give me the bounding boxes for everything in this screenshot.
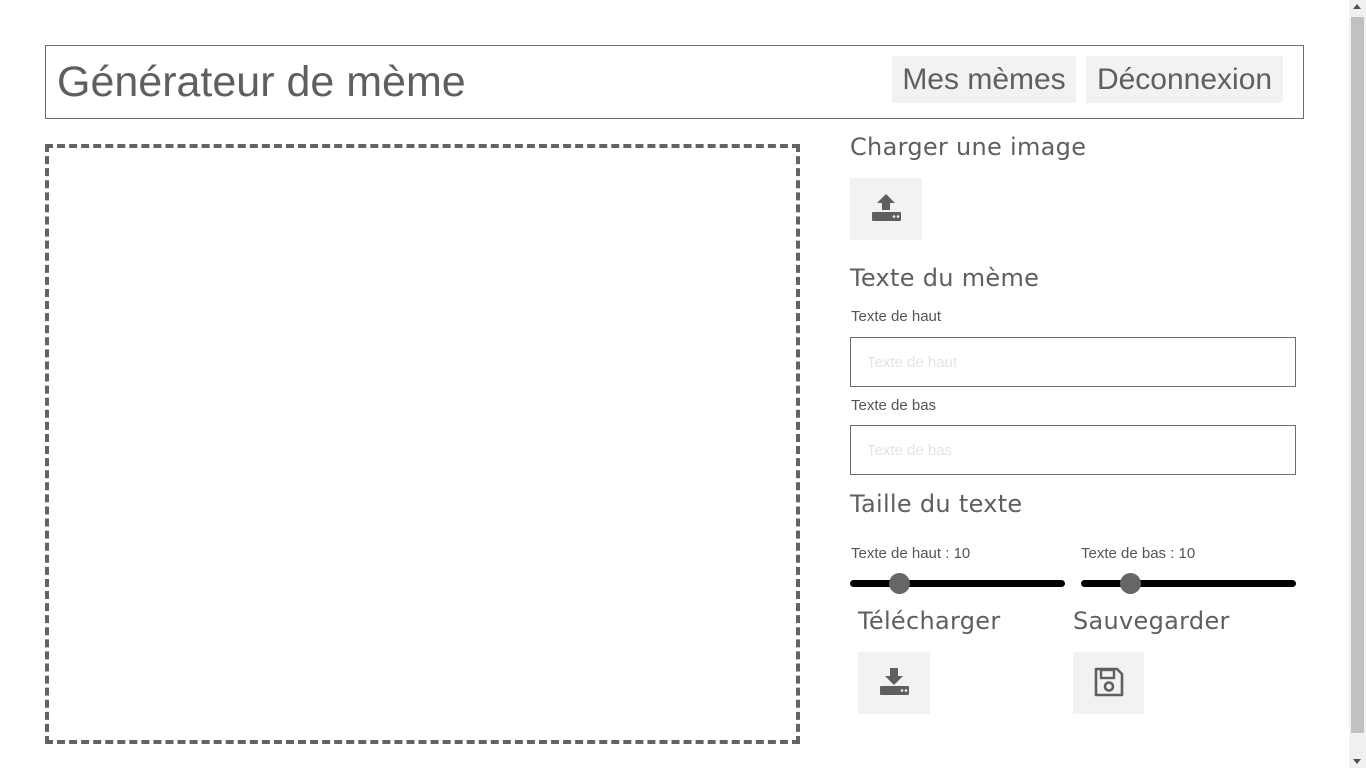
bottom-size-label: Texte de bas : 10 [1081,545,1196,562]
bottom-size-slider[interactable] [1081,571,1296,595]
meme-text-section-title: Texte du mème [850,264,1040,292]
scroll-up-arrow[interactable] [1353,4,1361,9]
logout-button[interactable]: Déconnexion [1086,56,1283,103]
my-memes-button[interactable]: Mes mèmes [892,56,1076,103]
download-icon [878,666,910,701]
upload-icon [870,192,902,227]
top-text-input[interactable] [850,337,1296,387]
floppy-disk-icon [1093,666,1125,701]
meme-canvas[interactable] [45,144,800,744]
top-size-label: Texte de haut : 10 [851,545,971,562]
slider-track [1081,580,1296,587]
download-button[interactable] [858,652,930,714]
app-title: Générateur de mème [57,58,466,106]
meme-generator-page: Générateur de mème Mes mèmes Déconnexion… [0,0,1366,768]
slider-thumb[interactable] [889,573,910,594]
bottom-text-label: Texte de bas [851,397,937,414]
bottom-text-input[interactable] [850,425,1296,475]
slider-track [850,580,1065,587]
top-size-slider[interactable] [850,571,1065,595]
text-size-section-title: Taille du texte [850,490,1023,518]
save-button[interactable] [1073,652,1144,714]
scroll-down-arrow[interactable] [1353,759,1361,764]
top-text-label: Texte de haut [851,308,942,325]
header-bar: Générateur de mème Mes mèmes Déconnexion [45,45,1304,119]
vertical-scrollbar[interactable] [1349,0,1366,768]
download-section-title: Télécharger [858,607,1001,635]
save-section-title: Sauvegarder [1073,607,1230,635]
scrollbar-thumb[interactable] [1351,17,1364,733]
upload-section-title: Charger une image [850,133,1087,161]
slider-thumb[interactable] [1120,573,1141,594]
upload-button[interactable] [850,178,922,240]
